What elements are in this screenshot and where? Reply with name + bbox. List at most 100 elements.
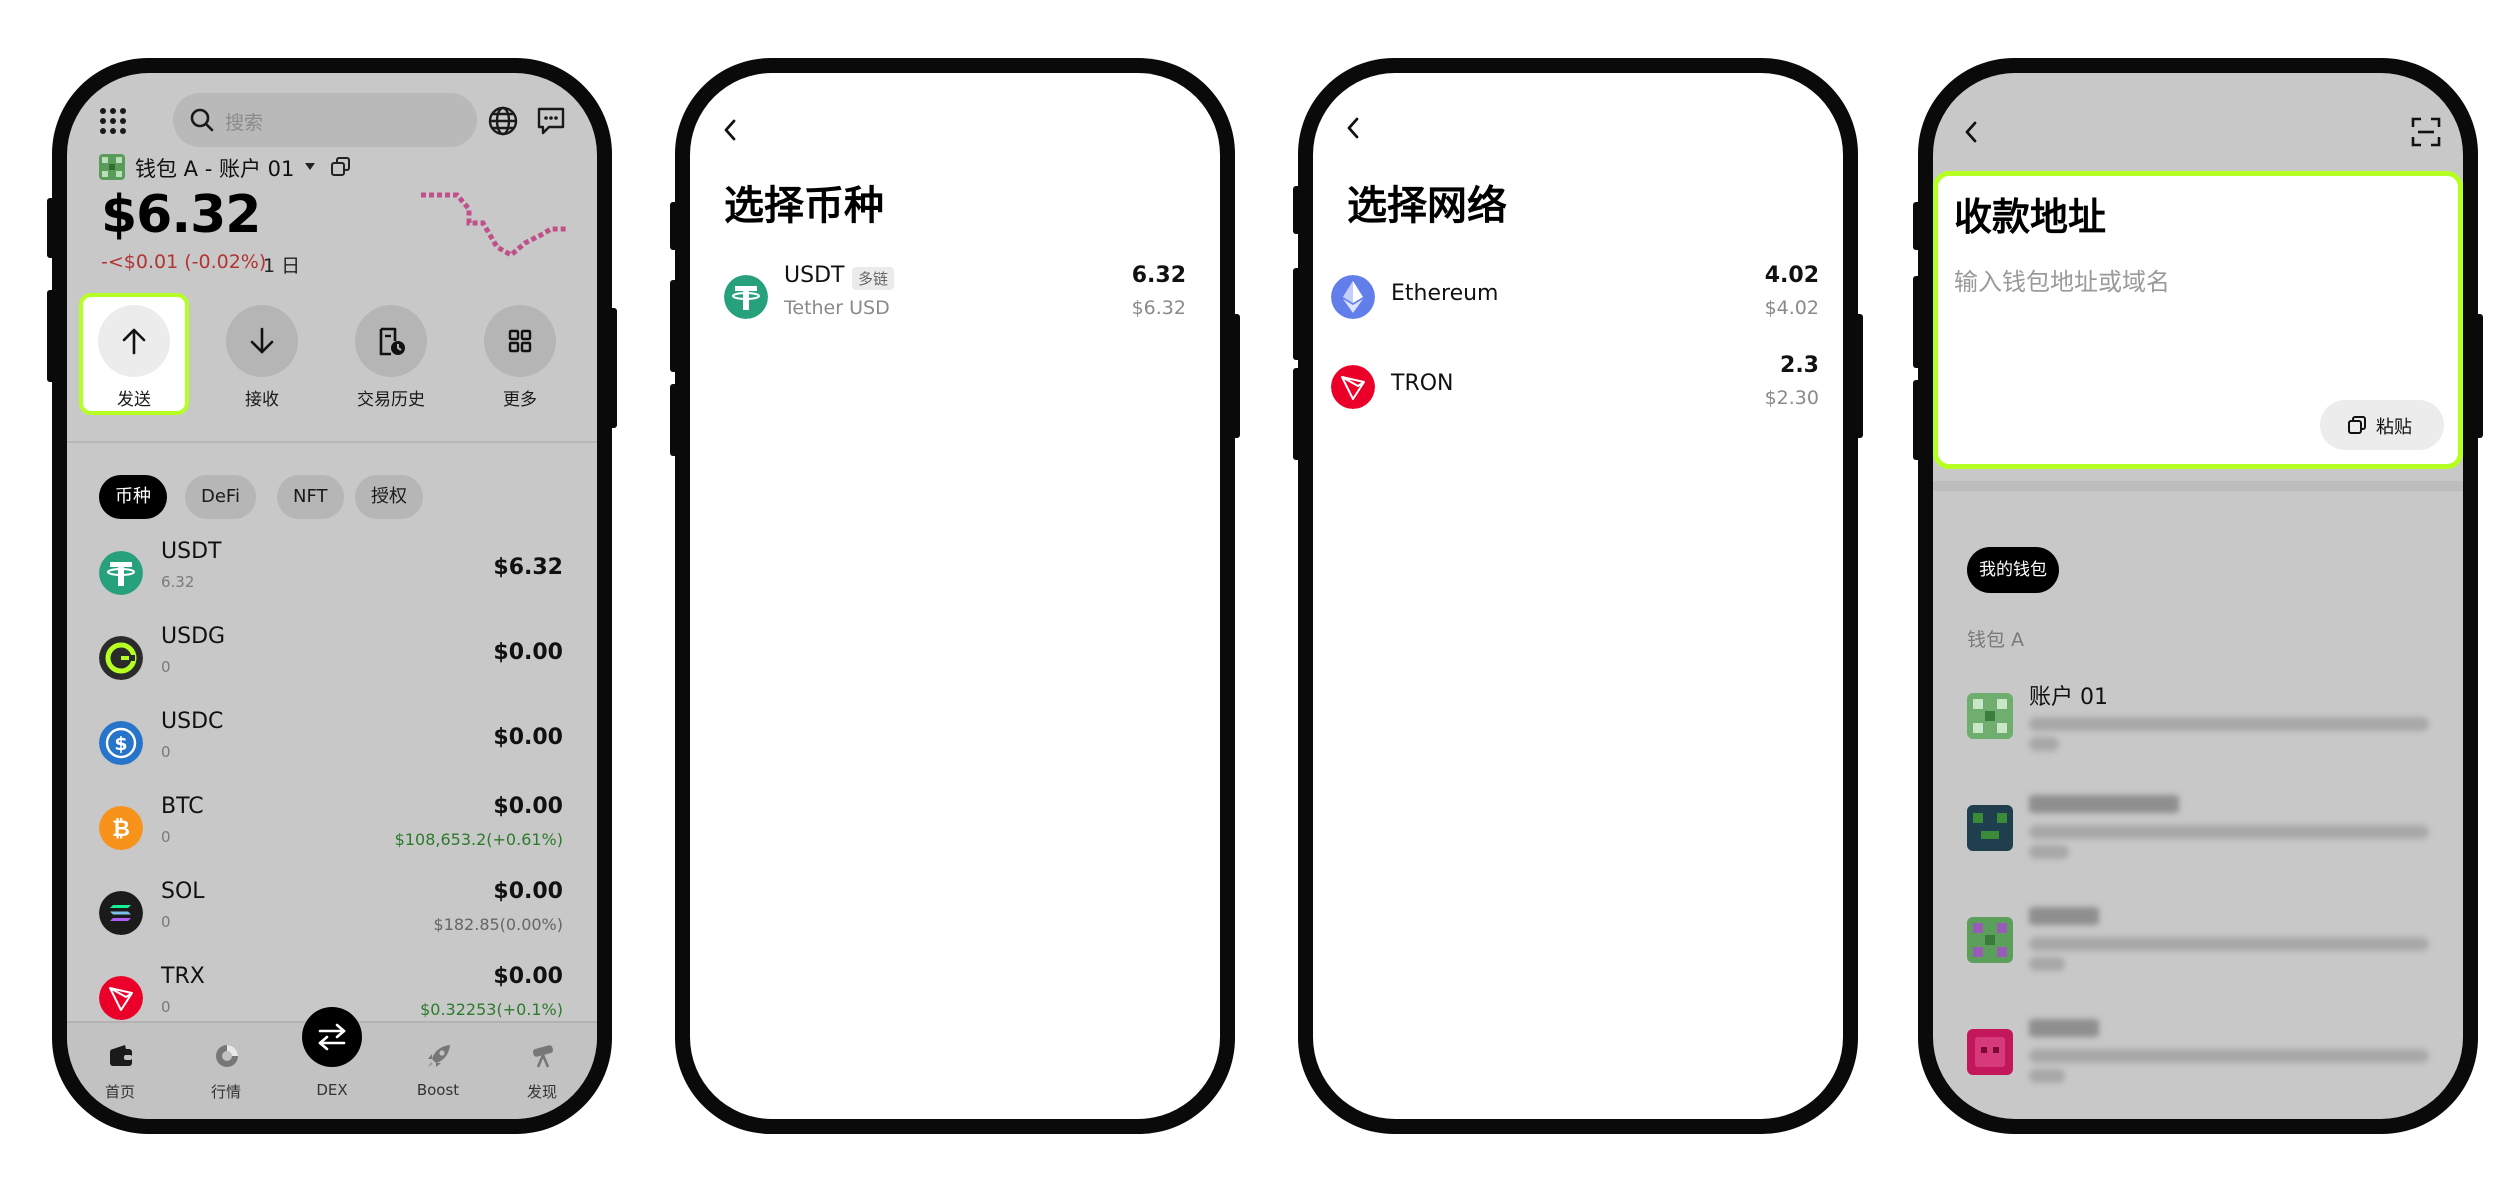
recipient-address-screen: 收款地址 输入钱包地址或域名 粘贴 我的钱包 钱包 A 账户 01 — [1933, 73, 2463, 1119]
ethereum-logo-icon — [1331, 275, 1375, 319]
side-button — [670, 384, 679, 456]
coin-row-usdt[interactable]: USDT 6.32 $6.32 — [67, 533, 597, 619]
token-amount: 6.32 — [1131, 263, 1186, 288]
blurred-address — [2029, 1049, 2429, 1063]
back-arrow-icon[interactable] — [1343, 115, 1365, 141]
coin-value: $0.00 — [493, 879, 563, 904]
page-title: 选择币种 — [724, 183, 884, 229]
coin-row-sol[interactable]: SOL 0 $0.00 $182.85(0.00%) — [67, 873, 597, 959]
side-button — [47, 198, 56, 258]
my-wallets-tab[interactable]: 我的钱包 — [1967, 547, 2059, 593]
message-icon[interactable] — [535, 105, 567, 137]
wallet-icon — [110, 1045, 132, 1066]
search-input[interactable]: 搜索 — [173, 93, 477, 147]
blurred-address — [2029, 737, 2059, 751]
coin-row-usdg[interactable]: USDG 0 $0.00 — [67, 618, 597, 704]
blurred-address — [2029, 937, 2429, 951]
blurred-account-name — [2029, 907, 2099, 925]
back-arrow-icon[interactable] — [720, 117, 742, 143]
side-button — [1913, 276, 1922, 368]
side-button — [608, 308, 617, 428]
section-divider — [67, 441, 597, 443]
coin-row-btc[interactable]: ₿ BTC 0 $0.00 $108,653.2(+0.61%) — [67, 788, 597, 874]
phone-select-network: 选择网络 Ethereum 4.02 $4.02 TRON 2.3 $2.30 — [1293, 58, 1863, 1134]
blurred-address — [2029, 717, 2429, 731]
blurred-address — [2029, 845, 2069, 859]
history-button[interactable]: 交易历史 — [336, 293, 446, 415]
coin-price: $182.85(0.00%) — [433, 915, 563, 934]
side-button — [1293, 368, 1302, 460]
coin-symbol: USDC — [161, 709, 224, 734]
history-label: 交易历史 — [357, 390, 425, 410]
network-amount: 2.3 — [1780, 353, 1819, 378]
multichain-badge: 多链 — [852, 267, 895, 290]
send-button[interactable]: 发送 — [79, 293, 189, 415]
rocket-icon — [428, 1045, 450, 1067]
search-icon — [190, 108, 214, 132]
dex-swap-button[interactable] — [302, 1007, 362, 1067]
more-button[interactable]: 更多 — [465, 293, 575, 415]
sparkline-chart — [421, 192, 567, 259]
coin-symbol: TRX — [161, 964, 205, 989]
coin-value: $0.00 — [493, 964, 563, 989]
filter-nft[interactable]: NFT — [277, 475, 344, 519]
side-button — [1913, 202, 1922, 250]
token-name: Tether USD — [784, 297, 890, 319]
phone-wallet-home: 搜索 钱包 A - 账户 01 $6.32 -<$0.01 (-0.02%) 1… — [47, 58, 617, 1134]
wallet-selector[interactable]: 钱包 A - 账户 01 — [99, 151, 369, 183]
coin-price: $0.32253(+0.1%) — [420, 1000, 563, 1019]
account-row[interactable] — [1933, 795, 2463, 895]
back-arrow-icon[interactable] — [1961, 119, 1983, 145]
tab-label: 行情 — [210, 1083, 241, 1101]
send-label: 发送 — [117, 390, 151, 410]
wallet-avatar — [99, 154, 125, 180]
coin-quantity: 0 — [161, 658, 171, 676]
account-row[interactable] — [1933, 1019, 2463, 1119]
coin-value: $6.32 — [493, 555, 563, 580]
network-row-tron[interactable]: TRON 2.3 $2.30 — [1313, 353, 1843, 433]
coin-quantity: 0 — [161, 998, 171, 1016]
coin-value: $0.00 — [493, 640, 563, 665]
market-icon — [216, 1045, 238, 1067]
side-button — [1913, 380, 1922, 460]
filter-tokens[interactable]: 币种 — [99, 475, 167, 519]
globe-icon[interactable] — [487, 105, 519, 137]
trx-logo-icon — [99, 976, 143, 1020]
token-row-usdt[interactable]: USDT 多链 Tether USD 6.32 $6.32 — [690, 263, 1220, 343]
account-avatar — [1967, 917, 2013, 963]
tab-label: 首页 — [104, 1083, 135, 1101]
wallet-name: 钱包 A - 账户 01 — [135, 157, 295, 181]
side-button — [1293, 186, 1302, 234]
address-input-card[interactable]: 收款地址 输入钱包地址或域名 粘贴 — [1933, 171, 2463, 469]
wallet-group-label: 钱包 A — [1967, 629, 2025, 651]
apps-grid-icon[interactable] — [99, 107, 127, 135]
receive-button[interactable]: 接收 — [207, 293, 317, 415]
telescope-icon — [532, 1045, 554, 1068]
filter-defi[interactable]: DeFi — [185, 475, 256, 519]
coin-quantity: 0 — [161, 913, 171, 931]
select-network-screen: 选择网络 Ethereum 4.02 $4.02 TRON 2.3 $2.30 — [1313, 73, 1843, 1119]
side-button — [1293, 268, 1302, 360]
page-title: 选择网络 — [1347, 183, 1507, 229]
filter-approvals[interactable]: 授权 — [355, 475, 423, 519]
blurred-address — [2029, 1069, 2065, 1083]
copy-icon[interactable] — [331, 157, 351, 177]
side-button — [1231, 314, 1240, 438]
account-row[interactable]: 账户 01 — [1933, 683, 2463, 783]
paste-button[interactable]: 粘贴 — [2320, 400, 2444, 450]
svg-text:$: $ — [114, 733, 127, 755]
account-row[interactable] — [1933, 907, 2463, 1007]
tab-label: Boost — [416, 1081, 460, 1099]
coin-row-usdc[interactable]: $ USDC 0 $0.00 — [67, 703, 597, 789]
coin-quantity: 0 — [161, 828, 171, 846]
history-icon — [379, 327, 405, 356]
side-button — [47, 290, 56, 382]
caret-down-icon — [305, 163, 315, 170]
section-divider — [1933, 481, 2463, 491]
network-row-ethereum[interactable]: Ethereum 4.02 $4.02 — [1313, 263, 1843, 343]
paste-label: 粘贴 — [2376, 417, 2412, 438]
coin-symbol: SOL — [161, 879, 205, 904]
scan-icon[interactable] — [2411, 117, 2441, 147]
address-input[interactable]: 输入钱包地址或域名 — [1954, 262, 2170, 297]
period-label[interactable]: 1 日 — [263, 251, 300, 278]
